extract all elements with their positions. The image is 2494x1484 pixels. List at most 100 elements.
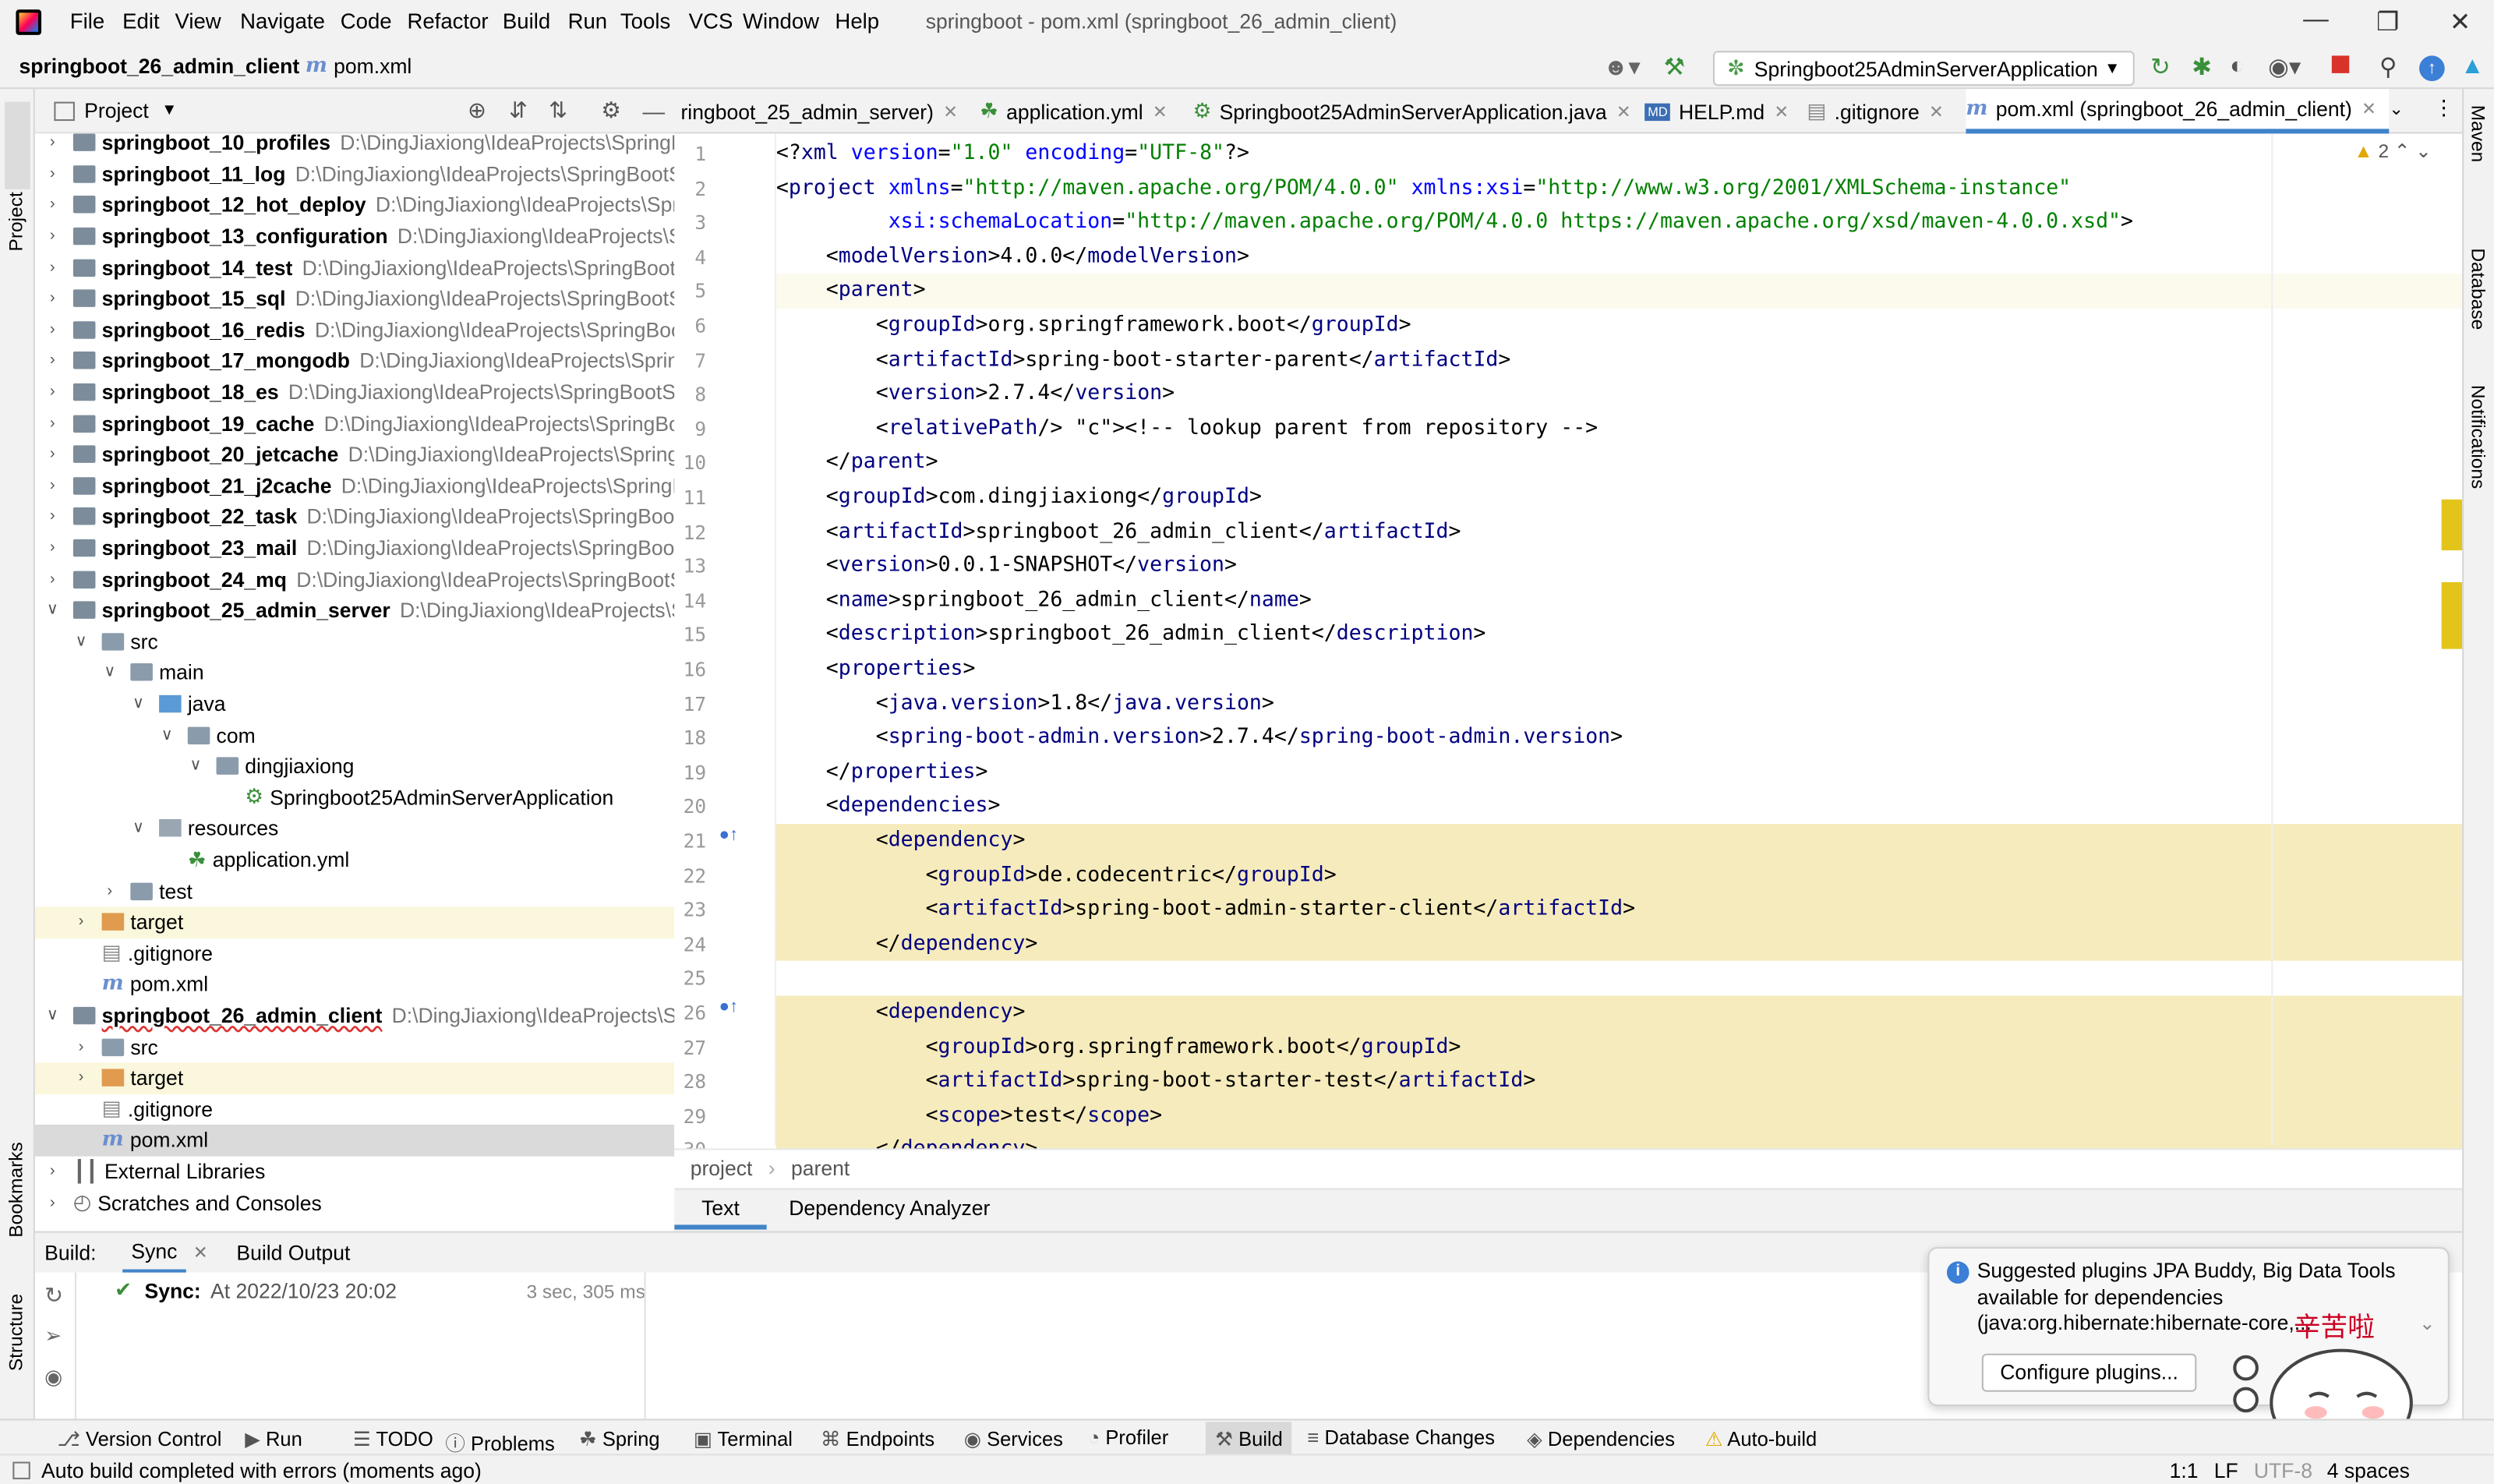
- stripe-bookmarks[interactable]: Bookmarks: [5, 1142, 27, 1238]
- chevron-right-icon[interactable]: ›: [44, 415, 60, 432]
- code-line[interactable]: <scope>test</scope>: [775, 1098, 2463, 1133]
- tree-item[interactable]: › springboot_10_profiles D:\DingJiaxiong\I…: [35, 133, 674, 158]
- chevron-down-icon[interactable]: ∨: [73, 633, 89, 650]
- override-gutter-icon[interactable]: ●↑: [719, 998, 738, 1016]
- chevron-right-icon[interactable]: ›: [44, 1163, 60, 1180]
- tree-item[interactable]: ∨ springboot_25_admin_server D:\DingJiaxio…: [35, 595, 674, 626]
- close-icon[interactable]: ✕: [193, 1242, 208, 1263]
- menu-help[interactable]: Help: [835, 9, 879, 34]
- breadcrumb-project[interactable]: springboot_26_admin_client: [19, 54, 299, 78]
- tree-item[interactable]: › springboot_17_mongodb D:\DingJiaxiong\Id…: [35, 345, 674, 376]
- plugin-logo-icon[interactable]: ▲: [2460, 52, 2484, 80]
- menu-build[interactable]: Build: [503, 9, 550, 34]
- chevron-right-icon[interactable]: ›: [44, 352, 60, 369]
- tab-list-chevron-icon[interactable]: ⌄: [2389, 99, 2404, 119]
- menu-tools[interactable]: Tools: [620, 9, 670, 34]
- menu-file[interactable]: File: [70, 9, 104, 34]
- status-message[interactable]: Auto build completed with errors (moment…: [41, 1458, 482, 1482]
- editor-tab[interactable]: ⚙ Springboot25AdminServerApplication.java…: [1193, 89, 1631, 133]
- sync-row[interactable]: ✔ Sync: At 2022/10/23 20:02: [115, 1277, 397, 1303]
- close-icon[interactable]: ✕: [1774, 101, 1789, 122]
- code-line[interactable]: <groupId>org.springframework.boot</group…: [776, 309, 2462, 343]
- tree-item[interactable]: › target: [34, 906, 675, 938]
- code-line[interactable]: xsi:schemaLocation="http://maven.apache.…: [776, 206, 2462, 240]
- tool-tab-spring[interactable]: ☘ Spring: [579, 1427, 660, 1451]
- code-line[interactable]: <version>0.0.1-SNAPSHOT</version>: [776, 549, 2462, 583]
- maximize-icon[interactable]: ❐: [2376, 6, 2399, 38]
- tool-tab-terminal[interactable]: ▣ Terminal: [694, 1427, 793, 1451]
- tool-tab-profiler[interactable]: ◔ Profiler: [1088, 1427, 1168, 1450]
- tool-tab-run[interactable]: ▶ Run: [245, 1427, 302, 1451]
- indent-setting[interactable]: 4 spaces: [2327, 1458, 2410, 1482]
- tool-tab-version-control[interactable]: ⎇ Version Control: [57, 1427, 221, 1451]
- hide-icon[interactable]: —: [642, 98, 665, 124]
- menu-view[interactable]: View: [175, 9, 221, 34]
- close-icon[interactable]: ✕: [2450, 6, 2471, 38]
- tree-item[interactable]: ☘ application.yml: [35, 844, 674, 875]
- code-line[interactable]: </parent>: [776, 446, 2462, 480]
- tree-item[interactable]: › ◴ Scratches and Consoles: [35, 1187, 674, 1218]
- close-icon[interactable]: ✕: [943, 101, 958, 122]
- tree-item[interactable]: ∨ main: [35, 657, 674, 688]
- update-icon[interactable]: ↑: [2419, 55, 2445, 82]
- tree-item[interactable]: › springboot_16_redis D:\DingJiaxiong\Idea…: [35, 314, 674, 345]
- code-line[interactable]: <groupId>org.springframework.boot</group…: [775, 1030, 2463, 1065]
- chevron-down-icon[interactable]: ∨: [130, 820, 146, 837]
- code-line[interactable]: <dependencies>: [776, 790, 2462, 824]
- tree-item[interactable]: › springboot_13_configuration D:\DingJiaxi…: [35, 221, 674, 252]
- chevron-right-icon[interactable]: ›: [44, 228, 60, 245]
- close-icon[interactable]: ✕: [1929, 101, 1944, 122]
- code-line[interactable]: <version>2.7.4</version>: [776, 377, 2462, 412]
- configure-plugins-button[interactable]: Configure plugins...: [1981, 1353, 2197, 1392]
- editor-tab[interactable]: MD HELP.md ✕: [1644, 89, 1789, 133]
- chevron-right-icon[interactable]: ›: [44, 383, 60, 401]
- chevron-right-icon[interactable]: ›: [44, 321, 60, 338]
- stop-icon[interactable]: [2331, 55, 2350, 73]
- code-line[interactable]: <modelVersion>4.0.0</modelVersion>: [776, 240, 2462, 274]
- user-icon[interactable]: ☻▾: [1603, 52, 1641, 81]
- tab-dependency-analyzer[interactable]: Dependency Analyzer: [789, 1192, 990, 1227]
- close-icon[interactable]: ✕: [1616, 101, 1631, 122]
- tree-item[interactable]: ▤ .gitignore: [35, 1094, 674, 1125]
- chevron-right-icon[interactable]: ›: [73, 1038, 89, 1055]
- chevron-right-icon[interactable]: ›: [44, 539, 60, 556]
- tree-item[interactable]: › springboot_22_task D:\DingJiaxiong\IdeaP…: [35, 501, 674, 532]
- tree-item[interactable]: › springboot_11_log D:\DingJiaxiong\IdeaPr…: [35, 158, 674, 189]
- code-line[interactable]: <artifactId>spring-boot-starter-parent</…: [776, 343, 2462, 377]
- tree-item[interactable]: › test: [35, 875, 674, 906]
- tree-item[interactable]: ∨ resources: [35, 813, 674, 844]
- chevron-right-icon[interactable]: ›: [44, 477, 60, 494]
- breadcrumb-file[interactable]: m pom.xml: [306, 54, 412, 78]
- code-line[interactable]: <artifactId>spring-boot-starter-test</ar…: [775, 1064, 2463, 1099]
- tool-tab-database-changes[interactable]: ≡ Database Changes: [1308, 1427, 1495, 1450]
- code-line[interactable]: <artifactId>spring-boot-admin-starter-cl…: [775, 892, 2463, 928]
- minimize-icon[interactable]: —: [2303, 6, 2329, 35]
- tree-item[interactable]: › springboot_19_cache D:\DingJiaxiong\Idea…: [35, 408, 674, 439]
- chevron-right-icon[interactable]: ›: [44, 196, 60, 214]
- tree-item[interactable]: › springboot_23_mail D:\DingJiaxiong\IdeaP…: [35, 532, 674, 564]
- file-encoding[interactable]: UTF-8: [2254, 1458, 2312, 1482]
- close-icon[interactable]: ✕: [1153, 101, 1168, 122]
- code-line[interactable]: <project xmlns="http://maven.apache.org/…: [776, 171, 2462, 206]
- chevron-down-icon[interactable]: ∨: [102, 664, 118, 681]
- code-line[interactable]: </properties>: [776, 755, 2462, 790]
- tree-item[interactable]: › ┃┃ External Libraries: [35, 1156, 674, 1187]
- gear-icon[interactable]: ⚙: [601, 97, 621, 124]
- code-line[interactable]: <dependency>: [775, 824, 2463, 859]
- xml-breadcrumb-parent[interactable]: parent: [791, 1157, 850, 1181]
- chevron-right-icon[interactable]: ›: [102, 882, 118, 899]
- tree-item[interactable]: m pom.xml: [34, 1125, 675, 1157]
- code-line[interactable]: <description>springboot_26_admin_client<…: [776, 618, 2462, 652]
- stripe-database[interactable]: Database: [2467, 248, 2489, 330]
- menu-navigate[interactable]: Navigate: [240, 9, 325, 34]
- chevron-down-icon[interactable]: ∨: [44, 602, 60, 619]
- build-hammer-icon[interactable]: ⚒: [1664, 52, 1685, 81]
- tool-tab-todo[interactable]: ☰ TODO: [353, 1427, 433, 1451]
- profile-icon[interactable]: ◉▾: [2268, 52, 2301, 81]
- tab-build-output[interactable]: Build Output: [236, 1241, 350, 1265]
- tool-tab-problems[interactable]: ⓘ Problems: [445, 1427, 554, 1458]
- tree-item[interactable]: ∨ java: [35, 688, 674, 719]
- code-line[interactable]: <java.version>1.8</java.version>: [776, 687, 2462, 721]
- editor-tab[interactable]: ☘ application.yml ✕: [980, 89, 1168, 133]
- chevron-right-icon[interactable]: ›: [73, 1069, 89, 1086]
